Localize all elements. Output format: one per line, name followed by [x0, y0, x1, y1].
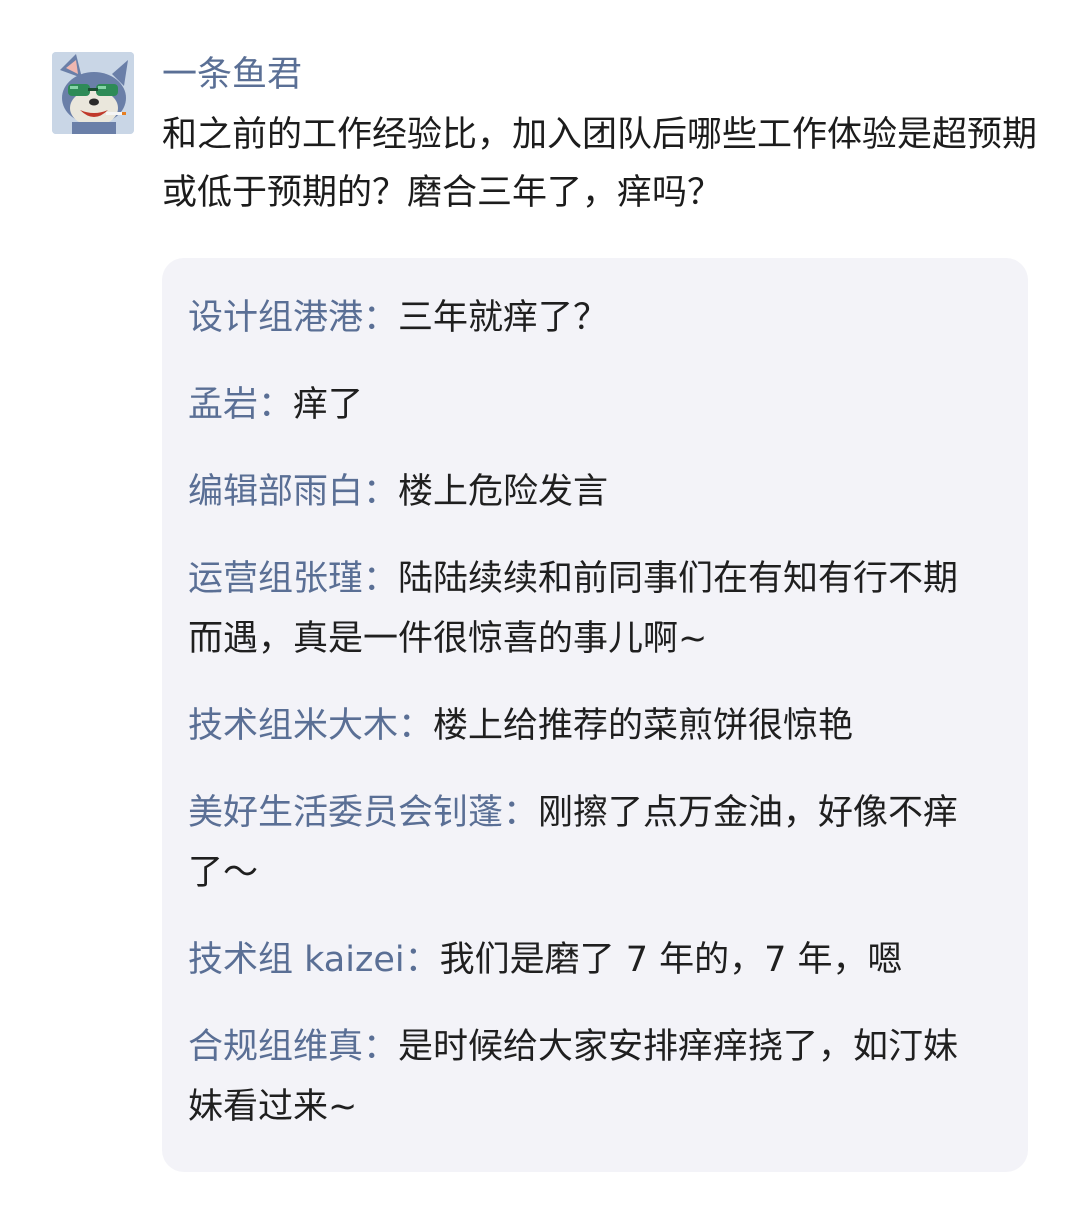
reply-item: 技术组米大木：楼上给推荐的菜煎饼很惊艳 [188, 696, 988, 756]
reply-author[interactable]: 编辑部雨白 [188, 472, 363, 512]
avatar[interactable] [52, 52, 134, 134]
reply-separator: ： [258, 385, 294, 425]
reply-text: 我们是磨了 7 年的，7 年，嗯 [439, 940, 903, 980]
reply-list: 设计组港港：三年就痒了？ 孟岩：痒了 编辑部雨白：楼上危险发言 运营组张瑾：陆陆… [188, 288, 988, 1164]
reply-item: 合规组维真：是时候给大家安排痒痒挠了，如汀妹妹看过来~ [188, 1017, 988, 1137]
reply-separator: ： [503, 793, 539, 833]
reply-author[interactable]: 孟岩 [188, 385, 258, 425]
reply-item: 美好生活委员会钊蓬：刚擦了点万金油，好像不痒了～ [188, 783, 988, 903]
reply-item: 运营组张瑾：陆陆续续和前同事们在有知有行不期而遇，真是一件很惊喜的事儿啊~ [188, 549, 988, 669]
reply-separator: ： [363, 559, 399, 599]
reply-author[interactable]: 技术组米大木 [188, 706, 398, 746]
reply-item: 技术组 kaizei：我们是磨了 7 年的，7 年，嗯 [188, 930, 988, 990]
reply-author[interactable]: 美好生活委员会钊蓬 [188, 793, 503, 833]
reply-separator: ： [363, 1027, 399, 1067]
post-author-name[interactable]: 一条鱼君 [162, 50, 302, 100]
reply-item: 编辑部雨白：楼上危险发言 [188, 462, 988, 522]
reply-text: 痒了 [293, 385, 364, 425]
reply-author[interactable]: 合规组维真 [188, 1027, 363, 1067]
reply-list-panel: 设计组港港：三年就痒了？ 孟岩：痒了 编辑部雨白：楼上危险发言 运营组张瑾：陆陆… [162, 258, 1028, 1172]
post-question-text: 和之前的工作经验比，加入团队后哪些工作体验是超预期或低于预期的？磨合三年了，痒吗… [162, 115, 1038, 213]
reply-author[interactable]: 运营组张瑾 [188, 559, 363, 599]
reply-separator: ： [363, 298, 399, 338]
reply-item: 设计组港港：三年就痒了？ [188, 288, 988, 348]
reply-author[interactable]: 设计组港港 [188, 298, 363, 338]
reply-separator: ： [404, 940, 440, 980]
reply-text: 三年就痒了？ [398, 298, 609, 338]
reply-separator: ： [363, 472, 399, 512]
reply-text: 楼上给推荐的菜煎饼很惊艳 [433, 706, 854, 746]
tom-cat-avatar-icon [52, 52, 134, 134]
reply-separator: ： [398, 706, 434, 746]
reply-text: 楼上危险发言 [398, 472, 609, 512]
reply-author[interactable]: 技术组 kaizei [188, 940, 405, 980]
reply-item: 孟岩：痒了 [188, 375, 988, 435]
